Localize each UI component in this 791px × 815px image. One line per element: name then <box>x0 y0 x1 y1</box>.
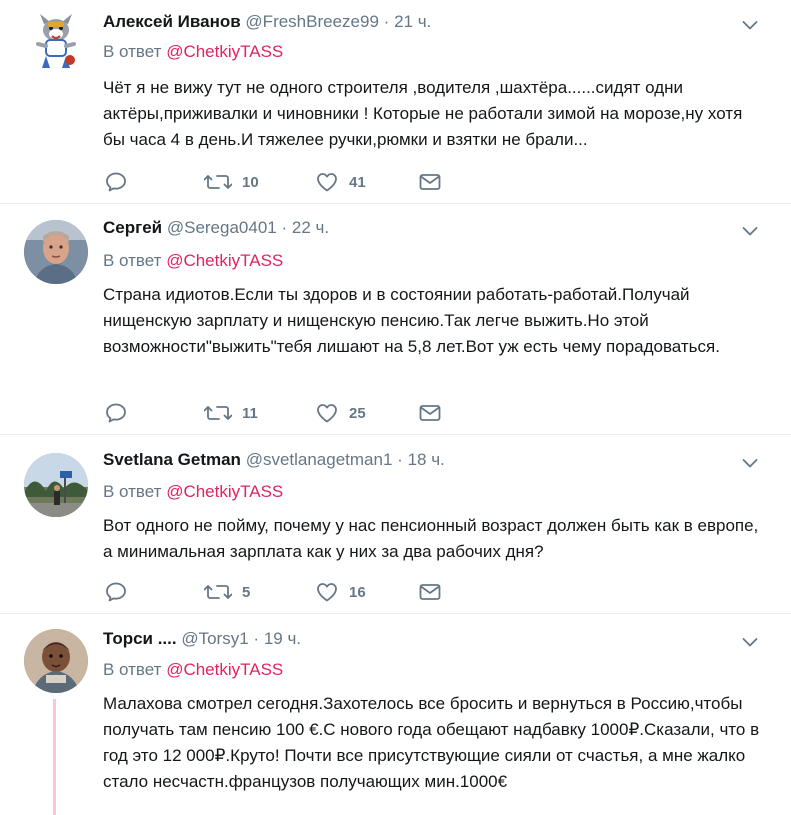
retweet-button[interactable]: 11 <box>204 401 258 425</box>
avatar[interactable] <box>24 453 88 517</box>
reply-button[interactable] <box>104 401 128 425</box>
tweet-item[interactable]: Торси .... @Torsy1 · 19 ч. В ответ @Chet… <box>0 614 791 815</box>
reply-mention-link[interactable]: @ChetkiyTASS <box>166 660 283 679</box>
avatar[interactable] <box>24 629 88 693</box>
separator-dot: · <box>383 12 390 31</box>
timestamp[interactable]: 21 ч. <box>394 12 431 31</box>
user-handle[interactable]: @Serega0401 <box>167 218 277 237</box>
envelope-icon <box>418 170 442 194</box>
reply-button[interactable] <box>104 170 128 194</box>
tweet-actions: 11 25 <box>103 401 503 425</box>
like-count: 16 <box>349 583 366 601</box>
display-name[interactable]: Сергей <box>103 218 162 237</box>
tweet-header: Алексей Иванов @FreshBreeze99 · 21 ч. <box>103 12 431 36</box>
tweet-text: Вот одного не пойму, почему у нас пенсио… <box>103 516 759 561</box>
reply-mention-link[interactable]: @ChetkiyTASS <box>166 251 283 270</box>
reply-context: В ответ @ChetkiyTASS <box>103 660 283 680</box>
separator-dot: · <box>397 450 403 469</box>
direct-message-button[interactable] <box>418 401 442 425</box>
chevron-down-icon[interactable] <box>740 453 760 473</box>
retweet-icon <box>204 401 232 425</box>
reply-icon <box>104 170 128 194</box>
reply-context: В ответ @ChetkiyTASS <box>103 42 283 62</box>
retweet-button[interactable]: 10 <box>204 170 259 194</box>
retweet-button[interactable]: 5 <box>204 580 250 604</box>
reply-context: В ответ @ChetkiyTASS <box>103 482 283 502</box>
reply-button[interactable] <box>104 580 128 604</box>
envelope-icon <box>418 580 442 604</box>
tweet-header: Торси .... @Torsy1 · 19 ч. <box>103 629 301 653</box>
heart-icon <box>315 170 339 194</box>
retweet-count: 11 <box>242 404 258 422</box>
timestamp[interactable]: 18 ч. <box>408 450 445 469</box>
separator-dot: · <box>253 629 260 648</box>
display-name[interactable]: Svetlana Getman <box>103 450 241 469</box>
display-name[interactable]: Торси .... <box>103 629 177 648</box>
avatar[interactable] <box>24 220 88 284</box>
direct-message-button[interactable] <box>418 580 442 604</box>
direct-message-button[interactable] <box>418 170 442 194</box>
tweet-item[interactable]: Svetlana Getman @svetlanagetman1 · 18 ч.… <box>0 435 791 613</box>
reply-prefix: В ответ <box>103 251 162 270</box>
retweet-icon <box>204 580 232 604</box>
reply-context: В ответ @ChetkiyTASS <box>103 251 283 271</box>
like-button[interactable]: 41 <box>315 170 366 194</box>
child-photo-avatar-image <box>24 629 88 693</box>
outdoor-photo-avatar-image <box>24 453 88 517</box>
reply-prefix: В ответ <box>103 660 162 679</box>
chevron-down-icon[interactable] <box>740 632 760 652</box>
tweet-item[interactable]: Алексей Иванов @FreshBreeze99 · 21 ч. В … <box>0 0 791 203</box>
tweet-header: Svetlana Getman @svetlanagetman1 · 18 ч. <box>103 450 445 474</box>
tweet-text: Чёт я не вижу тут не одного строителя ,в… <box>103 78 743 149</box>
reply-icon <box>104 580 128 604</box>
envelope-icon <box>418 401 442 425</box>
thread-connector-line <box>53 699 56 815</box>
retweet-count: 5 <box>242 583 251 601</box>
heart-icon <box>315 580 339 604</box>
reply-prefix: В ответ <box>103 482 162 501</box>
tweet-header: Сергей @Serega0401 · 22 ч. <box>103 218 329 242</box>
user-handle[interactable]: @Torsy1 <box>181 629 248 648</box>
heart-icon <box>315 401 339 425</box>
chevron-down-icon[interactable] <box>740 15 760 35</box>
reply-mention-link[interactable]: @ChetkiyTASS <box>166 42 283 61</box>
tweet-actions: 5 16 <box>103 580 503 604</box>
like-button[interactable]: 16 <box>315 580 366 604</box>
reply-mention-link[interactable]: @ChetkiyTASS <box>166 482 283 501</box>
like-button[interactable]: 25 <box>315 401 366 425</box>
man-portrait-avatar-image <box>24 220 88 284</box>
user-handle[interactable]: @FreshBreeze99 <box>245 12 379 31</box>
like-count: 41 <box>349 173 366 191</box>
tweet-text: Страна идиотов.Если ты здоров и в состоя… <box>103 285 720 356</box>
tweet-text: Малахова смотрел сегодня.Захотелось все … <box>103 694 760 791</box>
tweet-item[interactable]: Сергей @Serega0401 · 22 ч. В ответ @Chet… <box>0 204 791 434</box>
timestamp[interactable]: 22 ч. <box>292 218 329 237</box>
chevron-down-icon[interactable] <box>740 221 760 241</box>
reply-icon <box>104 401 128 425</box>
tweet-actions: 10 41 <box>103 170 503 194</box>
display-name[interactable]: Алексей Иванов <box>103 12 241 31</box>
wolf-mascot-avatar-image <box>24 10 88 74</box>
avatar[interactable] <box>24 10 88 74</box>
reply-prefix: В ответ <box>103 42 162 61</box>
retweet-count: 10 <box>242 173 259 191</box>
like-count: 25 <box>349 404 366 422</box>
separator-dot: · <box>281 218 288 237</box>
timestamp[interactable]: 19 ч. <box>264 629 301 648</box>
retweet-icon <box>204 170 232 194</box>
user-handle[interactable]: @svetlanagetman1 <box>246 450 393 469</box>
